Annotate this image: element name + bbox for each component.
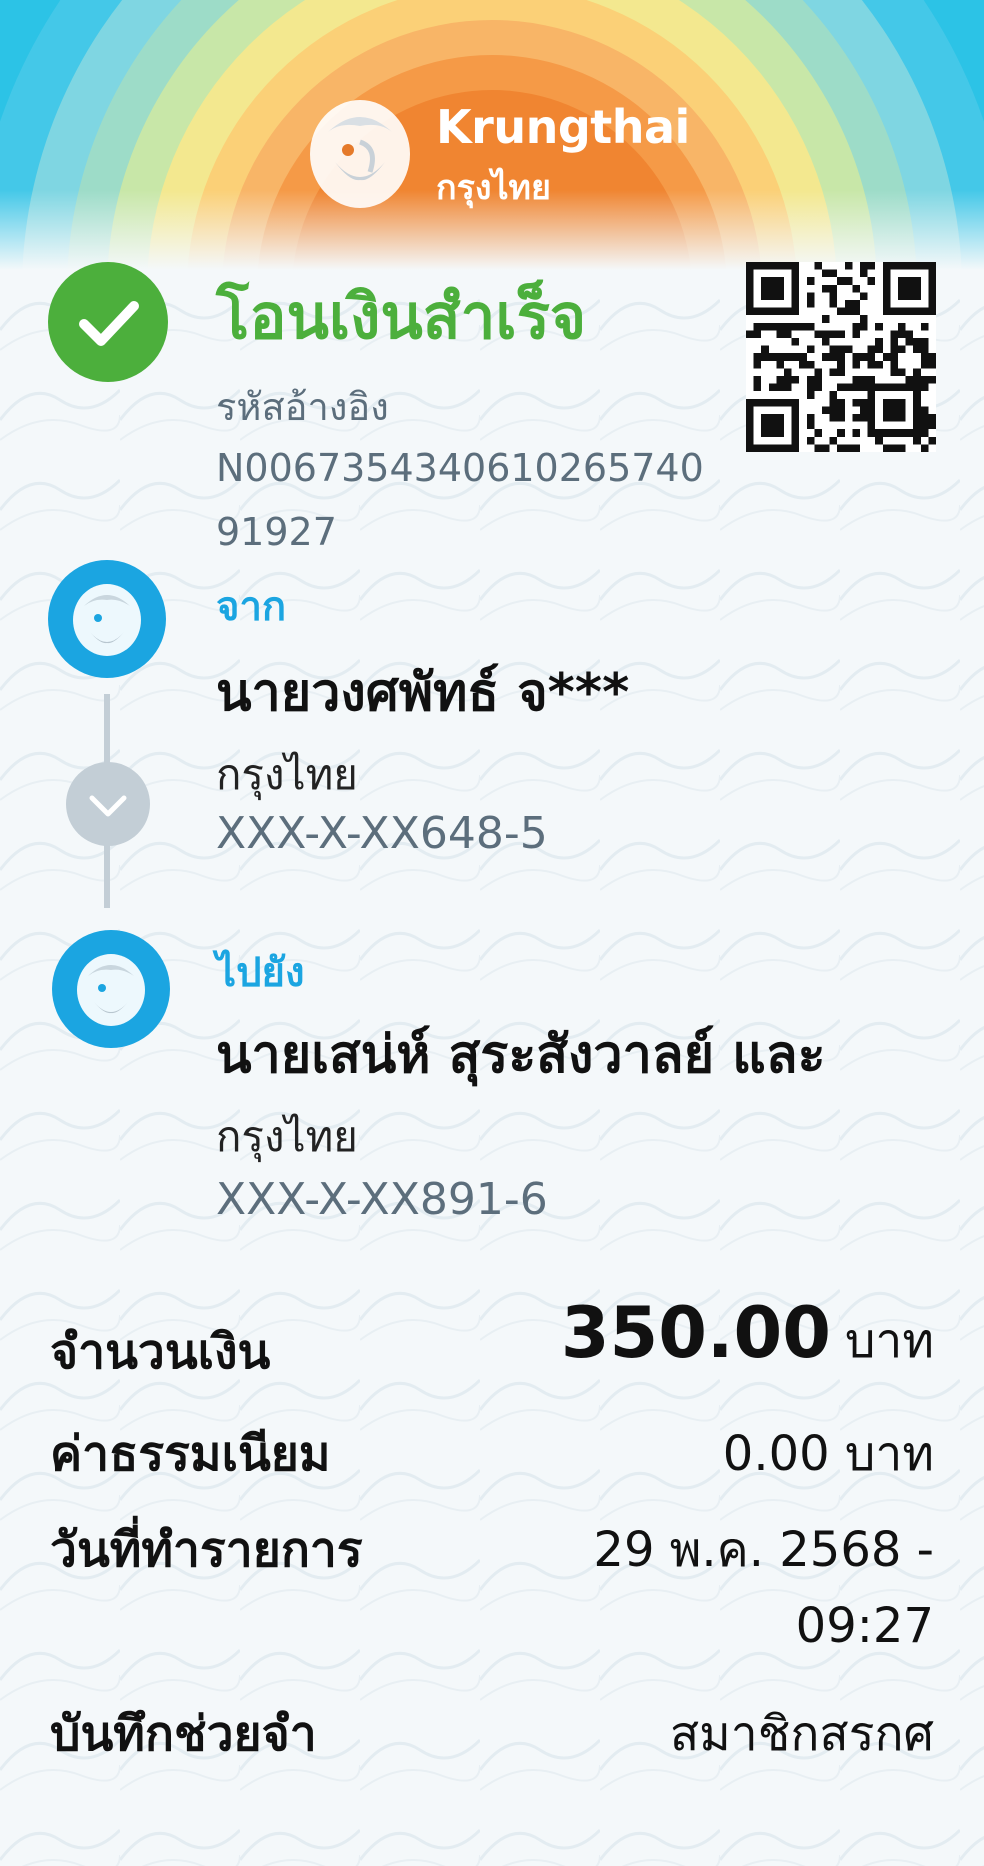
header-banner: Krungthai กรุงไทย: [0, 0, 984, 270]
transfer-slip: Krungthai กรุงไทย โอนเงินสำเร็จ รหัสอ้าง…: [0, 0, 984, 1866]
fee-label: ค่าธรรมเนียม: [50, 1426, 331, 1482]
date-value-line1: 29 พ.ค. 2568 -: [593, 1522, 934, 1578]
reference-value: N006735434061026574091927: [216, 446, 704, 554]
brand-name-en: Krungthai: [436, 100, 690, 154]
to-account: XXX-X-XX891-6: [216, 1174, 548, 1225]
date-value-line2: 09:27: [795, 1598, 934, 1654]
check-icon: [79, 301, 139, 346]
amount-value: 350.00: [560, 1292, 831, 1374]
memo-value: สมาชิกสรกศ: [669, 1706, 934, 1762]
to-name: นายเสน่ห์ สุระสังวาลย์ และ: [216, 1025, 826, 1085]
to-label: ไปยัง: [216, 950, 305, 996]
amount-label: จำนวนเงิน: [50, 1324, 271, 1380]
amount-unit: บาท: [844, 1313, 934, 1369]
memo-label: บันทึกช่วยจำ: [50, 1706, 317, 1762]
from-account: XXX-X-XX648-5: [216, 808, 548, 859]
success-badge: [48, 262, 168, 382]
amount-value-row: 350.00 บาท: [561, 1292, 934, 1379]
brand-name-th: กรุงไทย: [436, 168, 551, 208]
krungthai-bird-icon: [77, 954, 145, 1026]
qr-code-icon[interactable]: [746, 262, 936, 452]
reference-label: รหัสอ้างอิง: [216, 385, 389, 429]
direction-indicator: [66, 762, 150, 846]
to-bank: กรุงไทย: [216, 1112, 358, 1161]
date-label: วันที่ทำรายการ: [50, 1522, 363, 1578]
status-title: โอนเงินสำเร็จ: [216, 280, 587, 353]
krungthai-bird-icon: [310, 100, 410, 208]
to-bank-avatar: [52, 930, 170, 1048]
from-label: จาก: [216, 584, 287, 630]
chevron-down-icon: [89, 795, 127, 817]
krungthai-bird-icon: [73, 584, 141, 656]
from-bank: กรุงไทย: [216, 750, 358, 799]
from-name: นายวงศพัทธ์ จ***: [216, 663, 630, 723]
from-bank-avatar: [48, 560, 166, 678]
fee-value: 0.00 บาท: [722, 1426, 934, 1482]
